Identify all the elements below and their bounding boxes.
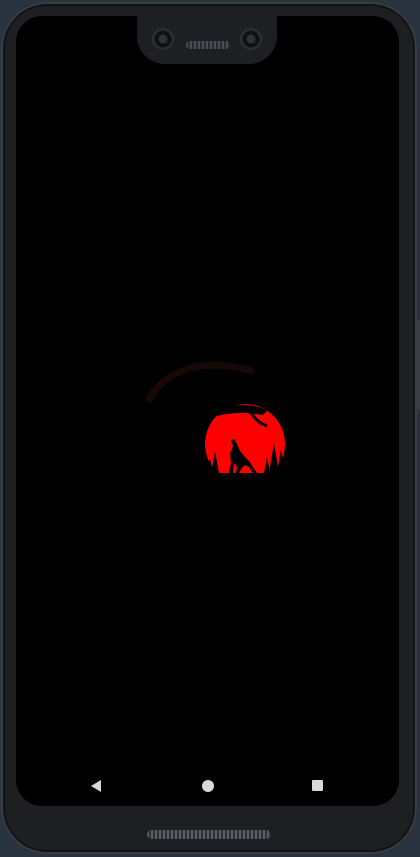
logo-faint-text (145, 361, 255, 403)
app-screen[interactable] (16, 16, 399, 806)
bottom-speaker (147, 830, 271, 839)
front-camera-left-icon (152, 28, 174, 50)
earpiece-speaker (186, 41, 230, 49)
recents-square-icon[interactable] (312, 780, 323, 791)
front-camera-right-icon (240, 28, 262, 50)
device-frame (0, 0, 420, 857)
back-triangle-icon[interactable] (88, 778, 104, 794)
ground-icon (205, 473, 285, 485)
system-navigation-bar (16, 766, 399, 806)
home-circle-icon[interactable] (202, 780, 214, 792)
wolf-moon-logo (145, 361, 285, 485)
